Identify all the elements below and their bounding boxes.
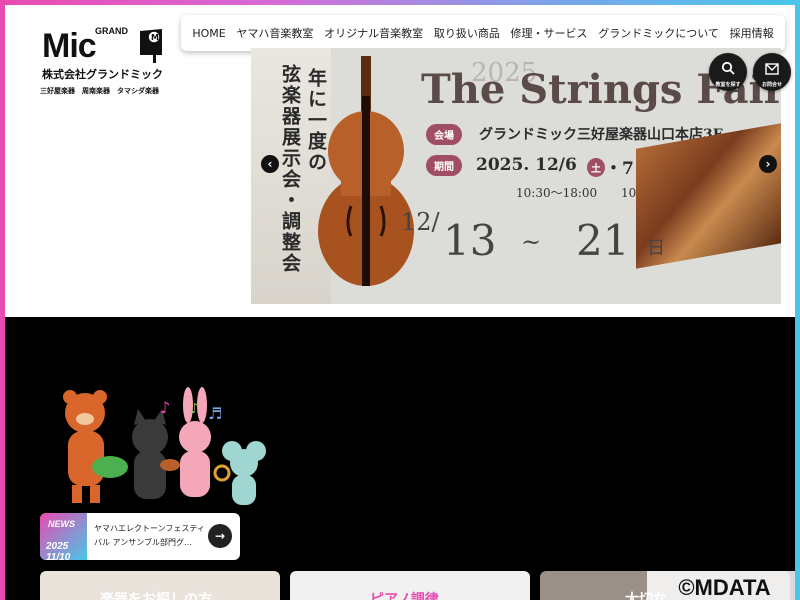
company-name: 株式会社グランドミック xyxy=(42,68,163,81)
watermark: ©MDATA xyxy=(647,571,795,600)
news-date: 2025 11/10 xyxy=(46,541,71,560)
mascot-band-illustration: ♪ ♪ ♬ xyxy=(63,387,266,505)
violin-image xyxy=(318,56,414,286)
big-date-21: 21 xyxy=(576,216,630,265)
venue-label: 会場 xyxy=(426,124,462,145)
search-school-label: 教室を探す xyxy=(715,82,741,88)
carousel-prev-button[interactable]: ‹ xyxy=(261,155,279,173)
sat-badge: 土 xyxy=(587,158,605,177)
nav-item-repair[interactable]: 修理・サービス xyxy=(511,25,588,41)
svg-text:M: M xyxy=(151,33,159,42)
news-tag: NEWS 2025 11/10 xyxy=(40,513,87,560)
big-date-13: 13 xyxy=(443,216,497,265)
store-names: 三好屋楽器 周南楽器 タマシダ楽器 xyxy=(40,87,159,95)
time-day1: 10:30～18:00 xyxy=(516,186,598,200)
svg-text:♪: ♪ xyxy=(190,401,199,417)
period-dates-7: ・7 xyxy=(605,159,634,179)
svg-text:♪: ♪ xyxy=(160,398,170,417)
mail-icon xyxy=(765,63,779,75)
logo-main-text: Mic xyxy=(42,27,97,65)
nav-item-yamaha-school[interactable]: ヤマハ音楽教室 xyxy=(236,25,313,41)
nav-item-products[interactable]: 取り扱い商品 xyxy=(434,25,500,41)
big-tilde: ~ xyxy=(521,228,542,256)
card-piano-tuning-label: ピアノ調律 xyxy=(370,592,439,600)
nav-item-original-school[interactable]: オリジナル音楽教室 xyxy=(324,25,423,41)
contact-button[interactable]: お問合せ xyxy=(753,53,791,91)
page: { "logo": { "grand": "GRAND", "main": "M… xyxy=(0,0,800,600)
main-nav: HOME ヤマハ音楽教室 オリジナル音楽教室 取り扱い商品 修理・サービス グラ… xyxy=(181,15,785,51)
contact-label: お問合せ xyxy=(761,82,782,88)
page-frame: GRAND Mic M 株式会社グランドミック 三好屋楽器 周南楽器 タマシダ楽… xyxy=(5,5,795,600)
news-headline: ヤマハエレクトーンフェスティバル アンサンブル部門グ… xyxy=(94,524,205,547)
news-arrow-button[interactable]: → xyxy=(208,524,232,548)
news-card[interactable]: NEWS 2025 11/10 ヤマハエレクトーンフェスティバル アンサンブル部… xyxy=(40,513,240,560)
period-label: 期間 xyxy=(426,155,462,176)
big-sun: 日 xyxy=(647,238,665,259)
piano-icon: M xyxy=(140,29,162,63)
carousel-next-button[interactable]: › xyxy=(759,155,777,173)
nav-item-recruit[interactable]: 採用情報 xyxy=(730,25,774,41)
search-school-button[interactable]: 教室を探す xyxy=(709,53,747,91)
company-logo[interactable]: GRAND Mic M 株式会社グランドミック 三好屋楽器 周南楽器 タマシダ楽… xyxy=(40,23,175,103)
nav-item-about[interactable]: グランドミックについて xyxy=(598,25,719,41)
nav-item-home[interactable]: HOME xyxy=(192,27,225,40)
banner-vertical-title: 弦楽器展示会・調整会 xyxy=(279,64,301,274)
card-piano-tuning[interactable]: ピアノ調律 xyxy=(290,571,530,600)
search-icon xyxy=(721,61,735,75)
card-find-instruments[interactable]: 楽器をお探しの方 xyxy=(40,571,280,600)
logo-grand-text: GRAND xyxy=(95,26,128,36)
big-slash: 12/ xyxy=(401,208,440,236)
hero-banner[interactable]: 年に一度の 弦楽器展示会・調整会 2025 The Strings Fair 会… xyxy=(251,48,781,304)
period-dates: 2025. 12/6 xyxy=(476,155,577,175)
svg-text:♬: ♬ xyxy=(208,404,222,423)
news-tag-label: NEWS xyxy=(48,519,75,529)
card-find-instruments-label: 楽器をお探しの方 xyxy=(100,592,212,600)
